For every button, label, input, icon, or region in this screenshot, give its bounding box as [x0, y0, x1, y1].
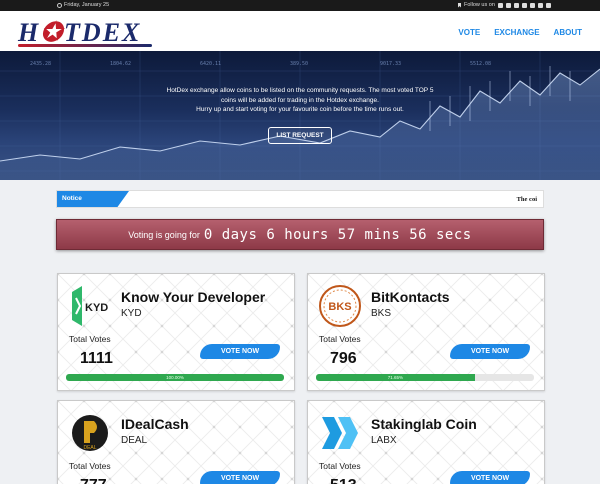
- kyd-logo-icon: KYD: [68, 284, 112, 328]
- countdown-time: 0 days 6 hours 57 mins 56 secs: [203, 226, 472, 243]
- vote-now-button[interactable]: VOTE NOW: [200, 344, 280, 359]
- total-votes-label: Total Votes: [319, 461, 361, 471]
- facebook-icon[interactable]: [497, 2, 503, 8]
- vote-now-button[interactable]: VOTE NOW: [200, 471, 280, 484]
- vote-count: 1111: [80, 350, 113, 367]
- vote-now-button[interactable]: VOTE NOW: [450, 471, 530, 484]
- coin-card-kyd: KYD Know Your Developer KYD Total Votes …: [57, 273, 295, 391]
- hero-line-3: Hurry up and start voting for your favou…: [196, 106, 404, 113]
- coin-name: IDealCash: [121, 416, 189, 432]
- coin-name: Stakinglab Coin: [371, 416, 477, 432]
- nav-about[interactable]: ABOUT: [554, 28, 582, 37]
- notice-ticker: The coi: [516, 196, 537, 203]
- voting-countdown: Voting is going for 0 days 6 hours 57 mi…: [56, 219, 544, 250]
- total-votes-label: Total Votes: [69, 461, 111, 471]
- main-nav: VOTE EXCHANGE ABOUT: [458, 28, 582, 37]
- top-bar: Friday, January 25 Follow us on: [0, 0, 600, 11]
- vote-progress-bar: 71.65%: [316, 374, 534, 381]
- countdown-label: Voting is going for: [128, 229, 200, 240]
- hero-banner: 2435.28 1804.62 6420.11 389.50 9017.33 5512…: [0, 51, 600, 180]
- notice-tag: Notice: [57, 191, 129, 207]
- labx-logo-icon: [318, 411, 362, 455]
- svg-text:1804.62: 1804.62: [110, 61, 131, 67]
- hero-text: HotDex exchange allow coins to be listed…: [130, 86, 470, 115]
- social-follow: Follow us on: [458, 2, 551, 8]
- svg-text:DEAL: DEAL: [83, 445, 96, 451]
- coin-card-labx: Stakinglab Coin LABX Total Votes 513 VOT…: [307, 400, 545, 484]
- coin-symbol: KYD: [121, 308, 142, 319]
- svg-text:2435.28: 2435.28: [30, 61, 51, 67]
- deal-logo-icon: DEAL: [68, 411, 112, 455]
- stock-chart-background: 2435.28 1804.62 6420.11 389.50 9017.33 5512…: [0, 51, 600, 180]
- date-display: Friday, January 25: [57, 2, 109, 8]
- vote-count: 796: [330, 350, 357, 367]
- coin-card-deal: DEAL IDealCash DEAL Total Votes 777 VOTE…: [57, 400, 295, 484]
- linkedin-icon[interactable]: [513, 2, 519, 8]
- list-request-button[interactable]: LIST REQUEST: [268, 127, 332, 144]
- svg-text:KYD: KYD: [85, 302, 108, 314]
- logo-swoosh: [18, 44, 152, 47]
- clock-icon: [57, 2, 62, 8]
- coin-symbol: BKS: [371, 308, 392, 319]
- progress-fill: 100.00%: [66, 374, 284, 381]
- svg-text:BKS: BKS: [328, 301, 351, 313]
- coin-name: BitKontacts: [371, 289, 450, 305]
- svg-text:6420.11: 6420.11: [200, 61, 221, 67]
- total-votes-label: Total Votes: [319, 334, 361, 344]
- bitcoin-icon[interactable]: [529, 2, 535, 8]
- vote-count: 513: [330, 477, 357, 484]
- vote-progress-bar: 100.00%: [66, 374, 284, 381]
- vote-now-button[interactable]: VOTE NOW: [450, 344, 530, 359]
- coin-symbol: LABX: [371, 435, 397, 446]
- hotdex-logo[interactable]: H✪TDEX: [18, 20, 141, 46]
- vote-count: 777: [80, 477, 107, 484]
- hero-line-1: HotDex exchange allow coins to be listed…: [166, 87, 434, 94]
- notice-bar: Notice The coi: [56, 190, 544, 208]
- svg-text:5512.08: 5512.08: [470, 61, 491, 67]
- twitter-icon[interactable]: [505, 2, 511, 8]
- date-text: Friday, January 25: [64, 2, 110, 8]
- google-plus-icon[interactable]: [521, 2, 527, 8]
- telegram-icon[interactable]: [537, 2, 543, 8]
- bks-logo-icon: BKS: [318, 284, 362, 328]
- bookmark-icon: [458, 2, 461, 8]
- coin-symbol: DEAL: [121, 435, 148, 446]
- coin-name: Know Your Developer: [121, 289, 266, 305]
- nav-exchange[interactable]: EXCHANGE: [494, 28, 539, 37]
- svg-text:9017.33: 9017.33: [380, 61, 401, 67]
- email-icon[interactable]: [545, 2, 551, 8]
- nav-vote[interactable]: VOTE: [458, 28, 480, 37]
- follow-label: Follow us on: [464, 2, 495, 8]
- coin-card-bks: BKS BitKontacts BKS Total Votes 796 VOTE…: [307, 273, 545, 391]
- site-header: H✪TDEX VOTE EXCHANGE ABOUT: [0, 11, 600, 51]
- progress-fill: 71.65%: [316, 374, 475, 381]
- svg-text:389.50: 389.50: [290, 61, 308, 67]
- hero-line-2: coins will be added for trading in the H…: [221, 96, 379, 104]
- total-votes-label: Total Votes: [69, 334, 111, 344]
